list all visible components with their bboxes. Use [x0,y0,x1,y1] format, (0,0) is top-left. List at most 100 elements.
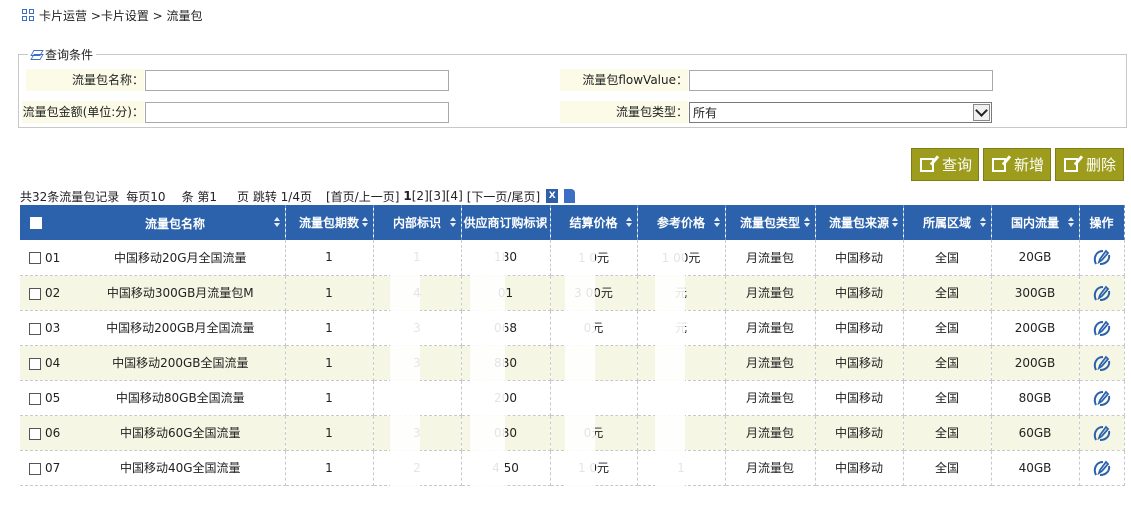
cell-flow: 200GB [991,310,1080,346]
breadcrumb-text: 卡片运营 >卡片设置 > 流量包 [39,8,203,23]
column-header-period[interactable]: 流量包期数 [285,205,374,240]
name-input[interactable] [145,70,449,91]
edit-icon[interactable] [1092,248,1112,266]
row-checkbox[interactable] [29,462,41,475]
cell-op [1079,415,1125,451]
edit-icon[interactable] [1092,459,1112,477]
type-select[interactable]: 所有 [689,102,992,123]
amount-input[interactable] [145,102,449,123]
edit-icon [1064,157,1078,172]
sort-icon[interactable] [979,217,987,228]
cell-type: 月流量包 [725,415,816,451]
sort-icon[interactable] [273,217,281,228]
row-checkbox[interactable] [29,392,41,405]
edit-icon[interactable] [1092,284,1112,302]
edit-icon[interactable] [1092,389,1112,407]
cell-op [1079,240,1125,276]
add-button[interactable]: 新增 [983,148,1051,181]
cell-region: 全国 [903,310,992,346]
add-button-label: 新增 [1014,156,1045,174]
column-header-flow[interactable]: 国内流量 [991,205,1080,240]
row-number: 07 [45,461,61,475]
cell-region: 全国 [903,345,992,381]
column-header-op: 操作 [1079,205,1125,240]
edit-icon[interactable] [1092,319,1112,337]
type-select-value: 所有 [693,106,718,120]
pager-per-page-unit: 条 第1 [181,189,218,204]
row-number: 05 [45,391,61,405]
column-header-type[interactable]: 流量包类型 [725,205,816,240]
type-label: 流量包类型： [560,101,688,123]
excel-export-icon[interactable]: X [546,189,559,203]
row-number: 04 [45,356,61,370]
row-name-cell: 06 中国移动60G全国流量 [20,415,286,451]
cell-region: 全国 [903,380,992,416]
sort-icon[interactable] [803,217,811,228]
table-header-row: 流量包名称 流量包期数 内部标识 供应商订购标识 结算价格 参考价格 流量包类型… [20,205,1125,240]
query-legend: 查询条件 [28,46,97,63]
delete-button[interactable]: 删除 [1055,148,1124,181]
row-checkbox[interactable] [29,252,41,265]
query-legend-text: 查询条件 [45,48,94,62]
pager-pages[interactable]: [2][3][4] [412,189,463,203]
cell-period: 1 [285,450,374,486]
column-header-name[interactable]: 流量包名称 [20,205,286,240]
sort-icon[interactable] [713,217,721,228]
sort-icon[interactable] [1067,217,1075,228]
blur-overlay [565,245,595,505]
sort-icon[interactable] [538,217,546,228]
row-checkbox[interactable] [29,427,41,440]
edit-icon[interactable] [1092,424,1112,442]
row-number: 06 [45,426,61,440]
cell-type: 月流量包 [725,240,816,276]
row-checkbox[interactable] [29,287,41,300]
blur-overlay [470,245,505,505]
select-all-checkbox[interactable] [30,217,42,229]
sort-icon[interactable] [361,217,369,228]
cell-region: 全国 [903,415,992,451]
cell-flow: 300GB [991,275,1080,311]
column-header-ref[interactable]: 参考价格 [637,205,726,240]
pager-jump[interactable]: 页 跳转 1/4页 [237,188,312,205]
pager-summary: 共32条流量包记录 [20,189,120,204]
column-header-source[interactable]: 流量包来源 [815,205,904,240]
chevron-down-icon[interactable] [973,104,990,121]
row-name: 中国移动200GB全国流量 [112,356,249,370]
row-checkbox[interactable] [29,357,41,370]
sort-icon[interactable] [891,217,899,228]
cell-flow: 80GB [991,380,1080,416]
cell-source: 中国移动 [815,275,904,311]
column-header-region[interactable]: 所属区域 [903,205,992,240]
cell-flow: 60GB [991,415,1080,451]
sort-icon[interactable] [625,217,633,228]
cell-period: 1 [285,345,374,381]
pager-per-page: 每页10 [126,189,166,204]
row-name-cell: 02 中国移动300GB月流量包M [20,275,286,311]
row-number: 02 [45,286,61,300]
cell-type: 月流量包 [725,345,816,381]
cell-period: 1 [285,310,374,346]
edit-icon [920,157,934,172]
row-name: 中国移动300GB月流量包M [106,286,254,300]
pager: 共32条流量包记录 每页10 条 第1 页 跳转 1/4页 [首页/上一页] 1… [20,187,576,205]
edit-icon[interactable] [1092,354,1112,372]
pager-current-page[interactable]: 1 [403,189,411,203]
cell-source: 中国移动 [815,310,904,346]
column-header-supplier[interactable]: 供应商订购标识 [461,205,551,240]
row-name: 中国移动200GB月全国流量 [106,321,255,335]
pager-first-prev[interactable]: [首页/上一页] [326,188,399,205]
row-name: 中国移动80GB全国流量 [115,391,245,405]
search-button[interactable]: 查询 [911,148,979,181]
pdf-export-icon[interactable] [564,189,576,203]
sort-icon[interactable] [449,217,457,228]
column-header-settle[interactable]: 结算价格 [550,205,638,240]
cell-region: 全国 [903,450,992,486]
cell-source: 中国移动 [815,450,904,486]
row-name-cell: 04 中国移动200GB全国流量 [20,345,286,381]
pager-next-last[interactable]: [下一页/尾页] [467,188,540,205]
cell-op [1079,275,1125,311]
row-checkbox[interactable] [29,322,41,335]
flow-input[interactable] [689,70,993,91]
row-number: 03 [45,321,61,335]
column-header-internal[interactable]: 内部标识 [373,205,462,240]
